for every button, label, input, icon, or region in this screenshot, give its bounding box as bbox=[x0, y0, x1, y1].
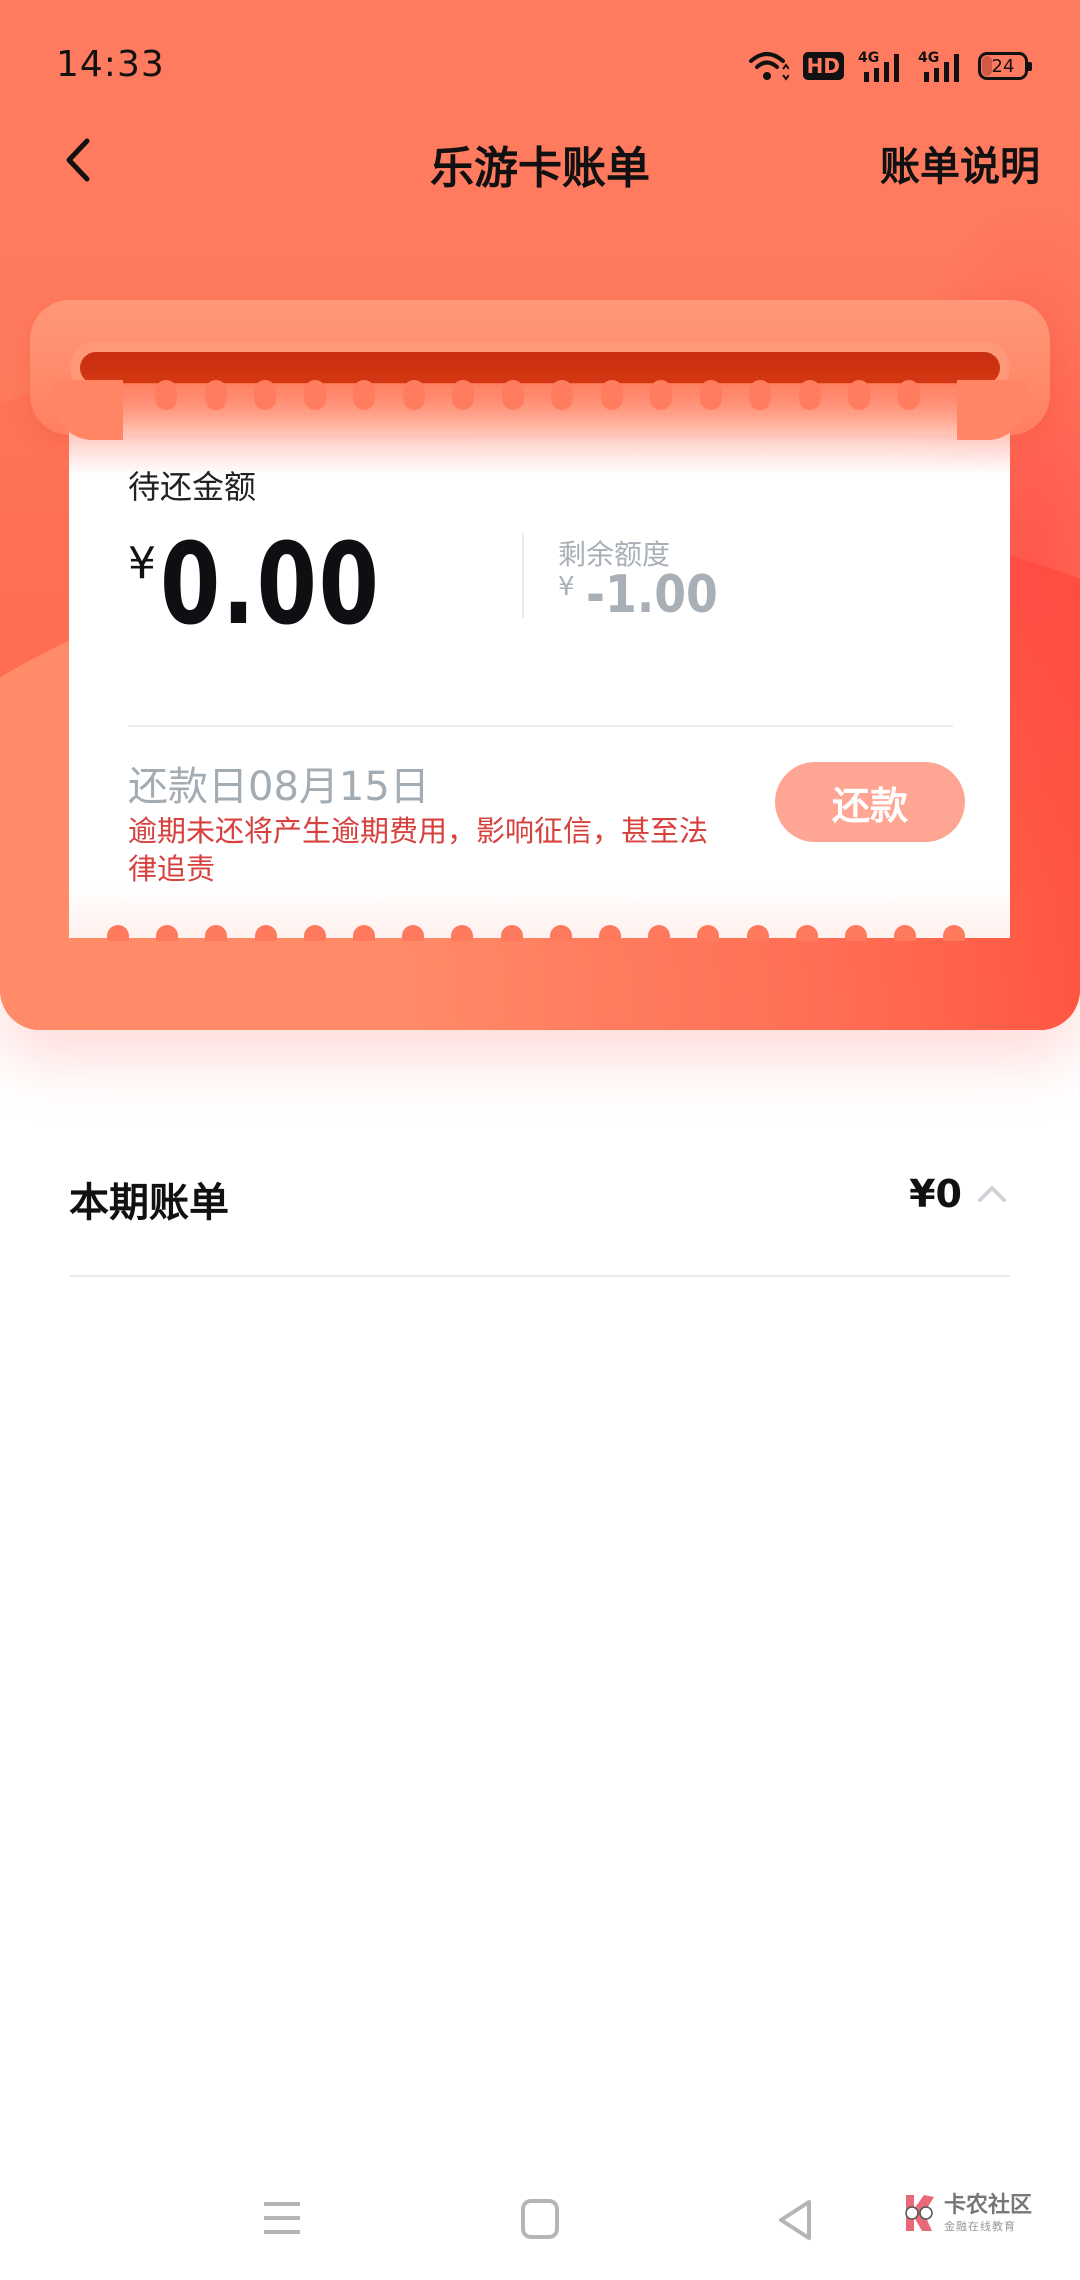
perforation-tooth bbox=[549, 925, 572, 941]
divider bbox=[69, 1275, 1010, 1277]
perforation-tooth bbox=[795, 925, 818, 941]
svg-text:4G: 4G bbox=[858, 50, 879, 66]
perforation-tooth bbox=[848, 380, 870, 410]
svg-text:4G: 4G bbox=[918, 50, 939, 66]
remaining-credit-amount: -1.00 bbox=[586, 565, 718, 625]
watermark-logo-icon bbox=[905, 2195, 934, 2231]
chevron-up-icon[interactable] bbox=[976, 1182, 1008, 1204]
perforation-tooth bbox=[798, 380, 821, 410]
repay-button[interactable]: 还款 bbox=[775, 762, 965, 842]
perforation-tooth bbox=[599, 925, 621, 941]
due-amount: 0.00 bbox=[160, 520, 381, 650]
perforation-tooth bbox=[501, 380, 524, 410]
watermark-subtitle: 金融在线教育 bbox=[944, 2219, 1016, 2233]
home-button[interactable] bbox=[520, 2198, 560, 2244]
perforation-tooth bbox=[845, 925, 867, 941]
perforation-tooth bbox=[746, 925, 769, 941]
due-amount-label: 待还金额 bbox=[128, 468, 257, 506]
current-bill-amount: ¥0 bbox=[909, 1172, 962, 1216]
overdue-warning: 逾期未还将产生逾期费用，影响征信，甚至法律追责 bbox=[128, 814, 709, 886]
currency-symbol: ¥ bbox=[128, 538, 156, 589]
status-icons: HD 4G 4G 24 bbox=[748, 44, 1032, 88]
current-bill-title: 本期账单 bbox=[69, 1180, 229, 1226]
menu-button[interactable] bbox=[262, 2198, 302, 2242]
perforation-tooth bbox=[600, 380, 623, 410]
current-bill-row[interactable]: 本期账单 ¥0 bbox=[69, 1160, 1010, 1240]
perforation-tooth bbox=[650, 380, 672, 410]
divider bbox=[522, 533, 524, 618]
perforation-tooth bbox=[551, 380, 573, 410]
perforation-tooth bbox=[254, 380, 276, 410]
perforation-tooth bbox=[452, 380, 474, 410]
perforation-tooth bbox=[353, 380, 375, 410]
wifi-icon bbox=[748, 49, 789, 83]
perforation-tooth bbox=[402, 925, 425, 941]
repayment-date: 还款日08月15日 bbox=[128, 764, 430, 810]
perforation-tooth bbox=[254, 925, 277, 941]
bill-explanation-link[interactable]: 账单说明 bbox=[880, 134, 1040, 192]
home-icon bbox=[521, 2199, 559, 2239]
menu-icon bbox=[264, 2202, 300, 2234]
signal-4g-icon: 4G bbox=[858, 48, 904, 84]
perforation-tooth bbox=[204, 380, 227, 410]
battery-icon: 24 bbox=[978, 52, 1032, 80]
battery-level: 24 bbox=[991, 55, 1015, 77]
perforation-tooth bbox=[894, 925, 917, 941]
perforation-tooth bbox=[303, 925, 326, 941]
perforation-tooth bbox=[699, 380, 722, 410]
perforation-tooth bbox=[155, 380, 177, 410]
perforation-tooth bbox=[897, 380, 920, 410]
status-time: 14:33 bbox=[56, 44, 165, 85]
perforation-tooth bbox=[303, 380, 326, 410]
card-shade bbox=[120, 383, 960, 443]
perforation-tooth bbox=[402, 380, 425, 410]
signal-4g-icon: 4G bbox=[918, 48, 964, 84]
hd-voice-icon: HD bbox=[802, 52, 844, 80]
perforation-tooth bbox=[648, 925, 671, 941]
currency-symbol: ¥ bbox=[558, 572, 575, 602]
perforation-tooth bbox=[353, 925, 375, 941]
perforation-tooth bbox=[749, 380, 771, 410]
watermark: 卡农社区 金融在线教育 bbox=[902, 2193, 1032, 2233]
perforation-tooth bbox=[107, 925, 129, 941]
perforation-tooth bbox=[156, 925, 179, 941]
back-icon bbox=[779, 2200, 811, 2240]
back-nav-button[interactable] bbox=[775, 2198, 815, 2246]
watermark-title: 卡农社区 bbox=[944, 2192, 1033, 2218]
divider bbox=[128, 725, 953, 727]
perforation-tooth bbox=[500, 925, 523, 941]
